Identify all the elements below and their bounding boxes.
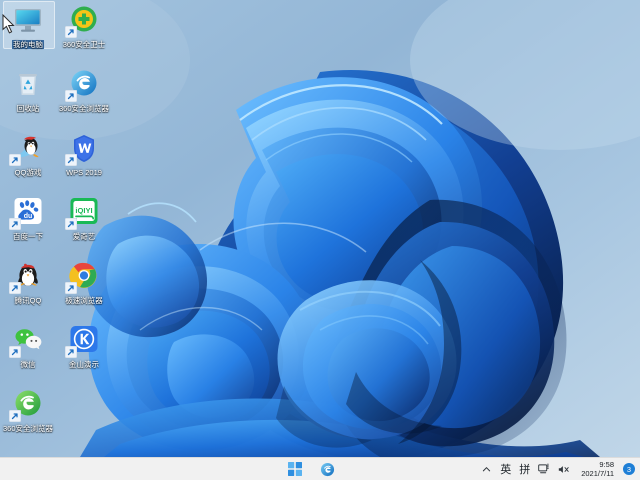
taskbar-empty-left[interactable]: [0, 458, 286, 480]
shortcut-arrow-icon: [65, 346, 77, 358]
icon-label: 微信: [20, 360, 36, 369]
icon-label: 360安全浏览器: [2, 424, 53, 433]
desktop-icon-wps-office[interactable]: WPS 2019: [56, 128, 112, 192]
icon-label: 360安全卫士: [62, 40, 106, 49]
shortcut-arrow-icon: [9, 154, 21, 166]
start-button[interactable]: [286, 460, 304, 478]
desktop-icon-baidu-yixia[interactable]: du 百度一下: [0, 192, 56, 256]
icon-label: 爱奇艺: [72, 232, 96, 241]
shortcut-arrow-icon: [65, 90, 77, 102]
icon-label: 腾讯QQ: [14, 296, 42, 305]
notification-badge[interactable]: 3: [623, 463, 635, 475]
tray-ime-mode[interactable]: 拼: [519, 460, 530, 478]
tray-time: 9:58: [599, 460, 614, 469]
shortcut-arrow-icon: [65, 154, 77, 166]
svg-text:du: du: [24, 213, 33, 220]
taskbar-edge-button[interactable]: [318, 460, 336, 478]
qq-penguin2-icon: [9, 260, 44, 294]
tray-date: 2021/7/11: [581, 469, 614, 478]
icon-label: QQ游戏: [14, 168, 42, 177]
desktop-icon-iqiyi[interactable]: iQIYI 爱奇艺: [56, 192, 112, 256]
recycle-bin-icon: [12, 68, 44, 100]
ie-blue-icon: [65, 68, 100, 102]
shortcut-arrow-icon: [65, 218, 77, 230]
desktop-icon-qq-messenger[interactable]: 腾讯QQ: [0, 256, 56, 320]
icon-label: 我的电脑: [12, 40, 44, 49]
shortcut-arrow-icon: [65, 282, 77, 294]
desktop-icon-ie-browser[interactable]: 360安全浏览器: [56, 64, 112, 128]
icon-label: 极速浏览器: [65, 296, 103, 305]
monitor-icon: [12, 4, 44, 36]
taskbar[interactable]: 英 拼 9:58 2021/7/11 3: [0, 457, 640, 480]
desktop[interactable]: 我的电脑 360安全卫士 回收站 360安全浏览器 QQ游戏 WPS 2019 …: [0, 0, 640, 480]
shortcut-arrow-icon: [9, 218, 21, 230]
desktop-icon-360-secure-browser[interactable]: 360安全浏览器: [0, 384, 56, 448]
icon-label: 金山演示: [69, 360, 99, 369]
qq-penguin-icon: [9, 132, 44, 166]
shortcut-arrow-icon: [9, 410, 21, 422]
windows-logo-icon: [288, 462, 302, 476]
desktop-icon-grid[interactable]: 我的电脑 360安全卫士 回收站 360安全浏览器 QQ游戏 WPS 2019 …: [0, 0, 112, 440]
chrome-icon: [65, 260, 100, 294]
tray-volume-muted-icon[interactable]: [558, 460, 571, 478]
iqiyi-icon: iQIYI: [65, 196, 100, 230]
tray-overflow-chevron-icon[interactable]: [481, 460, 492, 478]
desktop-icon-recycle-bin[interactable]: 回收站: [0, 64, 56, 128]
icon-label: 回收站: [16, 104, 40, 113]
kingsoft-k-icon: [65, 324, 100, 358]
tray-network-icon[interactable]: [538, 460, 550, 478]
desktop-icon-kingsoft-present[interactable]: 金山演示: [56, 320, 112, 384]
system-tray[interactable]: 英 拼 9:58 2021/7/11 3: [336, 458, 640, 480]
mouse-cursor: [2, 14, 16, 34]
tray-ime-language[interactable]: 英: [500, 460, 511, 478]
desktop-icon-qq-games[interactable]: QQ游戏: [0, 128, 56, 192]
edge-icon: [320, 462, 334, 476]
shortcut-arrow-icon: [65, 26, 77, 38]
icon-label: 百度一下: [13, 232, 43, 241]
ie-green-icon: [9, 388, 44, 422]
baidu-icon: du: [9, 196, 44, 230]
wps-icon: [65, 132, 100, 166]
desktop-icon-360-safe-guard[interactable]: 360安全卫士: [56, 0, 112, 64]
taskbar-pinned-apps[interactable]: [286, 458, 336, 480]
icon-label: WPS 2019: [66, 168, 102, 177]
tray-clock[interactable]: 9:58 2021/7/11: [581, 460, 614, 478]
icon-label: 360安全浏览器: [58, 104, 109, 113]
desktop-icon-wechat[interactable]: 微信: [0, 320, 56, 384]
360guard-icon: [65, 4, 100, 38]
shortcut-arrow-icon: [9, 282, 21, 294]
shortcut-arrow-icon: [9, 346, 21, 358]
desktop-icon-360-chrome[interactable]: 极速浏览器: [56, 256, 112, 320]
svg-text:iQIYI: iQIYI: [75, 206, 92, 215]
wechat-icon: [9, 324, 44, 358]
